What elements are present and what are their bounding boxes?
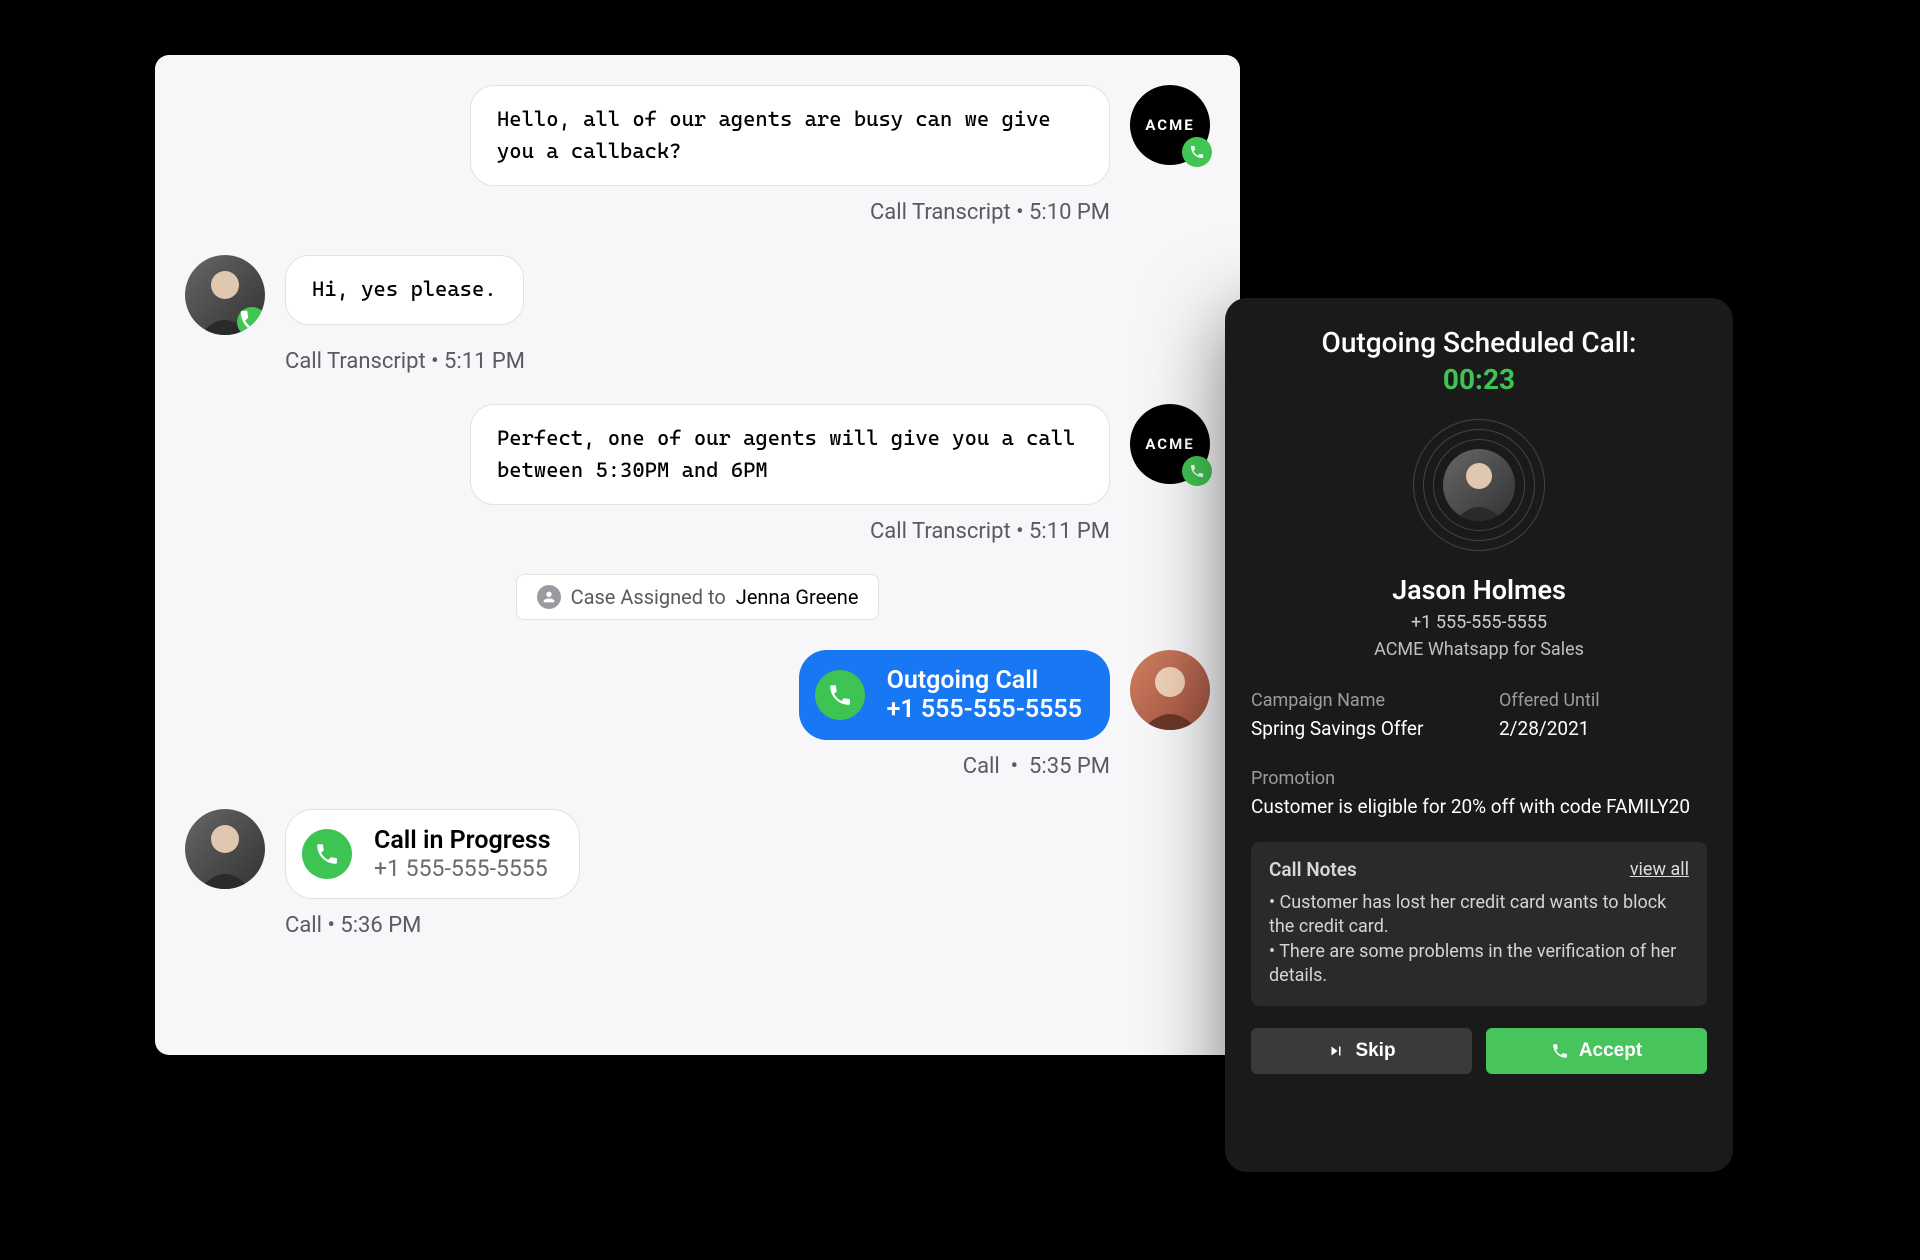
case-assignment-chip: Case Assigned to Jenna Greene (516, 574, 880, 620)
campaign-value: Spring Savings Offer (1251, 717, 1459, 740)
message-bubble: Perfect, one of our agents will give you… (470, 404, 1110, 505)
message-meta: Call • 5:35 PM (963, 754, 1110, 779)
offered-label: Offered Until (1499, 690, 1707, 711)
notes-head: Call Notes view all (1269, 858, 1689, 881)
message-row: Call in Progress +1 555-555-5555 (185, 809, 580, 899)
person-placeholder-icon (1443, 449, 1515, 521)
call-title: Outgoing Call (887, 666, 1082, 695)
channel-label: ACME Whatsapp for Sales (1251, 639, 1707, 660)
acme-logo-text: ACME (1145, 435, 1194, 453)
call-title: Call in Progress (374, 826, 551, 855)
info-row: Campaign Name Spring Savings Offer Offer… (1251, 690, 1707, 740)
customer-name: Jason Holmes (1251, 574, 1707, 606)
message-group: Hello, all of our agents are busy can we… (185, 85, 1210, 225)
button-row: Skip Accept (1251, 1028, 1707, 1074)
dial-timer: 00:23 (1251, 363, 1707, 396)
phone-badge (237, 307, 265, 335)
message-meta: Call • 5:36 PM (285, 913, 421, 938)
call-notes-box: Call Notes view all • Customer has lost … (1251, 842, 1707, 1006)
message-group: Hi, yes please. Call Transcript • 5:11 P… (185, 255, 1210, 374)
assignee-name: Jenna Greene (736, 585, 859, 609)
note-item: Customer has lost her credit card wants … (1269, 892, 1666, 937)
message-row: Outgoing Call +1 555-555-5555 (799, 650, 1210, 740)
call-in-progress-bubble[interactable]: Call in Progress +1 555-555-5555 (285, 809, 580, 899)
avatar-acme: ACME (1130, 404, 1210, 484)
call-number: +1 555-555-5555 (887, 695, 1082, 724)
phone-icon (1189, 463, 1205, 479)
dial-avatar (1443, 449, 1515, 521)
campaign-info: Campaign Name Spring Savings Offer (1251, 690, 1459, 740)
message-meta: Call Transcript • 5:11 PM (285, 349, 525, 374)
dial-title: Outgoing Scheduled Call: (1251, 326, 1707, 359)
phone-circle-icon (302, 829, 352, 879)
message-group: Perfect, one of our agents will give you… (185, 404, 1210, 544)
avatar-agent (1130, 650, 1210, 730)
promotion-value: Customer is eligible for 20% off with co… (1251, 795, 1707, 818)
phone-icon (827, 682, 853, 708)
outgoing-call-group: Outgoing Call +1 555-555-5555 Call • 5:3… (185, 650, 1210, 779)
skip-label: Skip (1355, 1040, 1395, 1062)
message-bubble: Hello, all of our agents are busy can we… (470, 85, 1110, 186)
phone-icon (1551, 1042, 1569, 1060)
skip-button[interactable]: Skip (1251, 1028, 1472, 1074)
phone-icon (1189, 144, 1205, 160)
chat-panel: Hello, all of our agents are busy can we… (155, 55, 1240, 1055)
person-placeholder-icon (1130, 650, 1210, 730)
campaign-label: Campaign Name (1251, 690, 1459, 711)
call-number: +1 555-555-5555 (374, 855, 551, 882)
avatar-customer (185, 255, 265, 335)
outgoing-call-bubble[interactable]: Outgoing Call +1 555-555-5555 (799, 650, 1110, 740)
avatar-customer (185, 809, 265, 889)
dial-panel: Outgoing Scheduled Call: 00:23 Jason Hol… (1225, 298, 1733, 1172)
view-all-link[interactable]: view all (1630, 859, 1689, 880)
message-bubble: Hi, yes please. (285, 255, 524, 325)
message-row: Hi, yes please. (185, 255, 524, 335)
call-text: Outgoing Call +1 555-555-5555 (887, 666, 1082, 724)
message-row: Hello, all of our agents are busy can we… (470, 85, 1210, 186)
person-icon (537, 585, 561, 609)
message-meta: Call Transcript • 5:10 PM (870, 200, 1110, 225)
notes-title: Call Notes (1269, 858, 1357, 881)
phone-badge (1182, 456, 1212, 486)
promotion-label: Promotion (1251, 768, 1707, 789)
dial-avatar-wrap (1414, 420, 1544, 550)
phone-badge (1182, 137, 1212, 167)
call-in-progress-group: Call in Progress +1 555-555-5555 Call • … (185, 809, 1210, 938)
phone-circle-icon (815, 670, 865, 720)
offered-info: Offered Until 2/28/2021 (1499, 690, 1707, 740)
accept-button[interactable]: Accept (1486, 1028, 1707, 1074)
message-row: Perfect, one of our agents will give you… (470, 404, 1210, 505)
skip-icon (1327, 1042, 1345, 1060)
avatar-acme: ACME (1130, 85, 1210, 165)
phone-icon (237, 307, 265, 335)
notes-body: • Customer has lost her credit card want… (1269, 891, 1689, 988)
offered-value: 2/28/2021 (1499, 717, 1707, 740)
accept-label: Accept (1579, 1040, 1642, 1062)
message-meta: Call Transcript • 5:11 PM (870, 519, 1110, 544)
phone-icon (314, 841, 340, 867)
assignment-prefix: Case Assigned to (571, 585, 726, 609)
person-placeholder-icon (185, 809, 265, 889)
note-item: There are some problems in the verificat… (1269, 941, 1676, 986)
acme-logo-text: ACME (1145, 116, 1194, 134)
customer-phone: +1 555-555-5555 (1251, 612, 1707, 633)
call-text: Call in Progress +1 555-555-5555 (374, 826, 551, 882)
